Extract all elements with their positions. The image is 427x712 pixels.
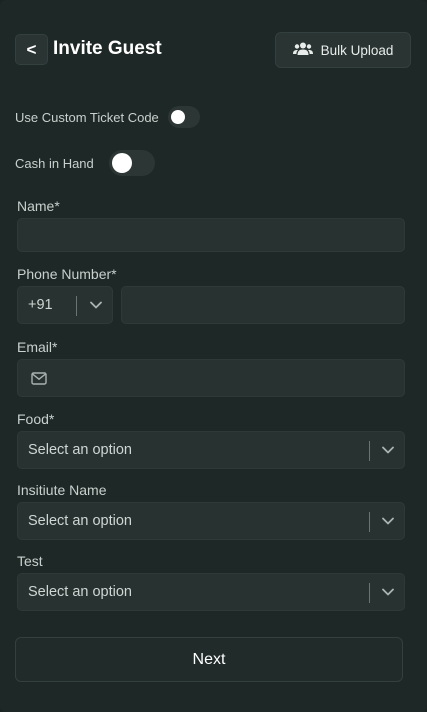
invite-guest-panel: < Invite Guest Bulk Upload Use Custom Ti… (0, 0, 427, 712)
phone-label: Phone Number* (17, 266, 117, 282)
email-field[interactable] (17, 359, 405, 397)
select-separator (76, 296, 77, 316)
mail-icon (31, 372, 47, 385)
next-button[interactable]: Next (15, 637, 403, 682)
select-separator (369, 583, 370, 603)
country-code-value: +91 (28, 297, 53, 313)
email-label: Email* (17, 339, 58, 355)
cash-in-hand-toggle[interactable] (108, 150, 155, 176)
page-title: Invite Guest (53, 38, 162, 59)
cash-in-hand-row: Cash in Hand (15, 149, 155, 177)
name-label: Name* (17, 198, 60, 214)
custom-ticket-code-label: Use Custom Ticket Code (15, 109, 159, 125)
chevron-down-icon (378, 574, 398, 610)
test-placeholder: Select an option (28, 584, 132, 600)
country-code-select[interactable]: +91 (17, 286, 113, 324)
chevron-down-icon (378, 432, 398, 468)
select-separator (369, 441, 370, 461)
chevron-down-icon (378, 503, 398, 539)
test-label: Test (17, 553, 43, 569)
food-placeholder: Select an option (28, 442, 132, 458)
food-label: Food* (17, 411, 55, 427)
custom-ticket-code-toggle[interactable] (167, 106, 200, 128)
institute-label: Insitiute Name (17, 482, 107, 498)
chevron-down-icon (86, 287, 106, 323)
select-separator (369, 512, 370, 532)
toggle-knob (111, 153, 132, 173)
bulk-upload-button[interactable]: Bulk Upload (275, 32, 411, 68)
cash-in-hand-label: Cash in Hand (15, 155, 94, 171)
bulk-upload-label: Bulk Upload (320, 42, 394, 58)
name-input[interactable] (17, 218, 405, 252)
back-button[interactable]: < (15, 34, 48, 65)
users-icon (292, 42, 313, 59)
institute-placeholder: Select an option (28, 513, 132, 529)
custom-ticket-code-row: Use Custom Ticket Code (15, 105, 200, 129)
food-select[interactable]: Select an option (17, 431, 405, 469)
phone-number-input[interactable] (121, 286, 405, 324)
toggle-knob (170, 110, 185, 124)
institute-select[interactable]: Select an option (17, 502, 405, 540)
test-select[interactable]: Select an option (17, 573, 405, 611)
header: < Invite Guest Bulk Upload (15, 32, 411, 68)
